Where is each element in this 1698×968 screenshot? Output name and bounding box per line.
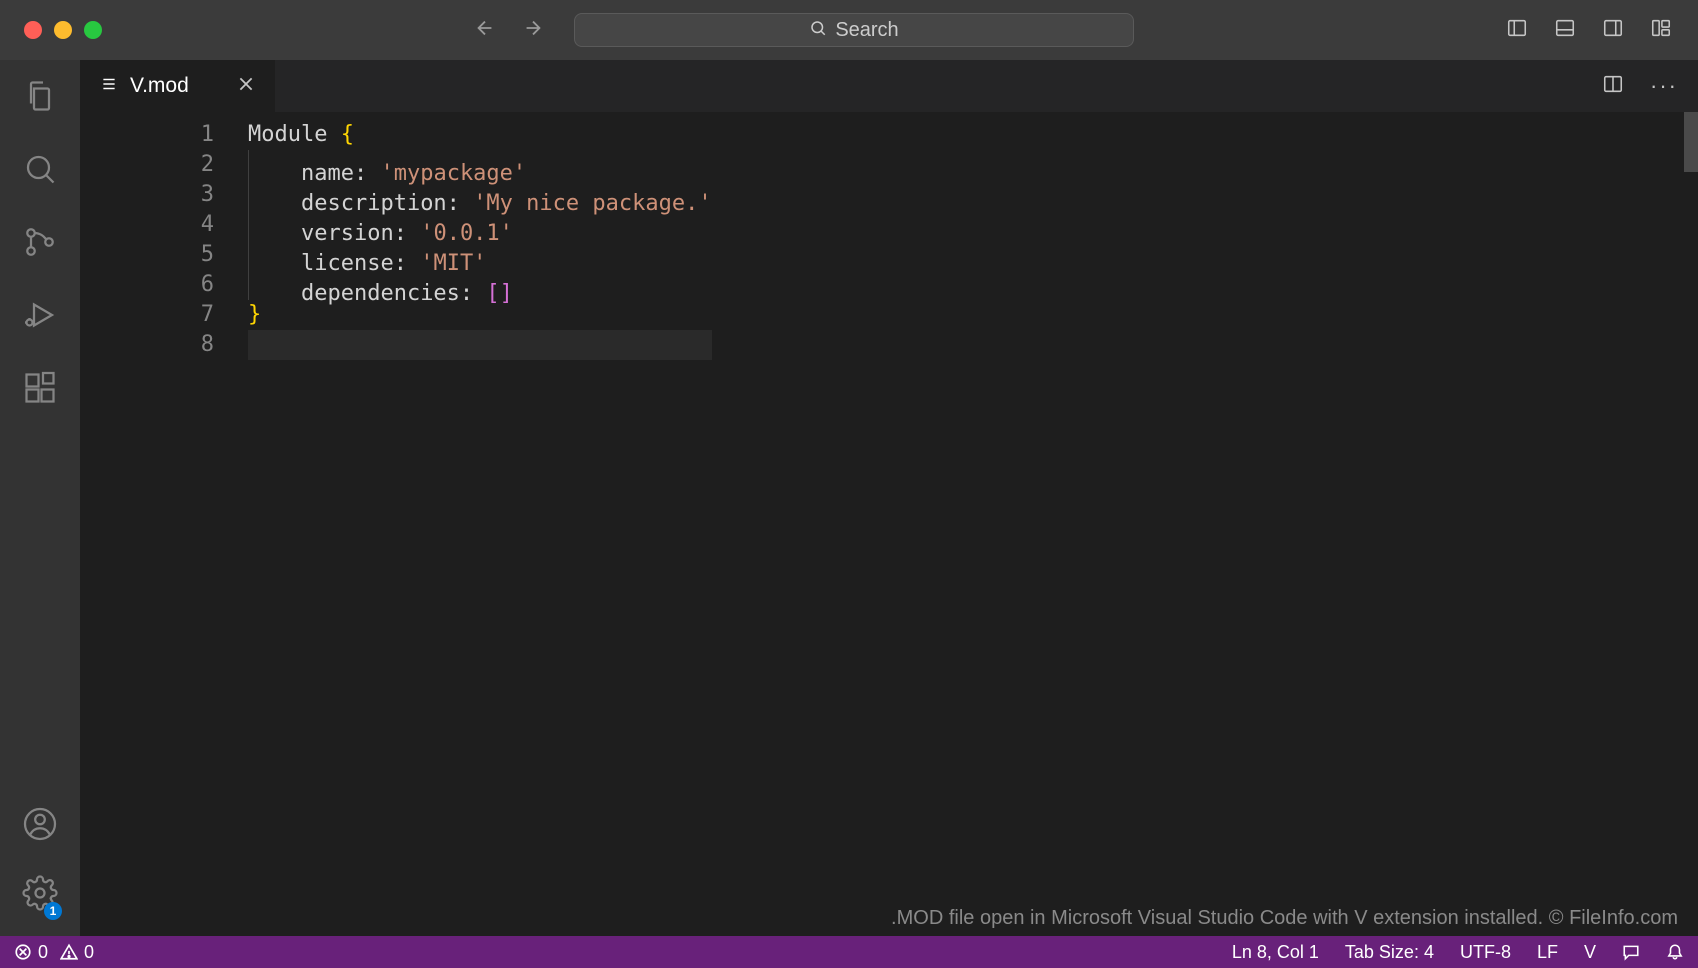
status-tab-size[interactable]: Tab Size: 4 xyxy=(1345,942,1434,963)
code-line[interactable]: } xyxy=(248,300,712,330)
code-line[interactable]: license: 'MIT' xyxy=(248,240,712,270)
code-line[interactable] xyxy=(248,330,712,360)
run-debug-icon[interactable] xyxy=(22,297,58,338)
maximize-window-button[interactable] xyxy=(84,21,102,39)
command-center-search[interactable]: Search xyxy=(574,13,1134,47)
customize-layout-icon[interactable] xyxy=(1650,17,1672,44)
accounts-icon[interactable] xyxy=(22,806,58,847)
file-icon xyxy=(100,75,118,98)
line-number: 1 xyxy=(80,120,248,150)
notifications-bell-icon[interactable] xyxy=(1666,943,1684,961)
toggle-secondary-sidebar-icon[interactable] xyxy=(1602,17,1624,44)
code-editor[interactable]: 1 2 3 4 5 6 7 8 Module { name: 'mypackag… xyxy=(80,112,1698,936)
line-number: 4 xyxy=(80,210,248,240)
toggle-panel-icon[interactable] xyxy=(1554,17,1576,44)
code-line[interactable]: Module { xyxy=(248,120,712,150)
close-tab-button[interactable] xyxy=(237,75,255,98)
tab-vmod[interactable]: V.mod xyxy=(80,60,276,112)
search-activity-icon[interactable] xyxy=(22,151,58,192)
code-line[interactable]: name: 'mypackage' xyxy=(248,150,712,180)
caption: .MOD file open in Microsoft Visual Studi… xyxy=(80,901,1698,936)
line-number-gutter: 1 2 3 4 5 6 7 8 xyxy=(80,112,248,936)
forward-button[interactable] xyxy=(522,17,544,44)
line-number: 2 xyxy=(80,150,248,180)
search-icon xyxy=(809,19,827,42)
status-encoding[interactable]: UTF-8 xyxy=(1460,942,1511,963)
status-errors[interactable]: 0 xyxy=(14,942,48,963)
nav-arrows xyxy=(474,17,544,44)
status-language[interactable]: V xyxy=(1584,942,1596,963)
tab-bar: V.mod ··· xyxy=(80,60,1698,112)
close-window-button[interactable] xyxy=(24,21,42,39)
workbench: 1 V.mod ··· 1 xyxy=(0,60,1698,936)
search-placeholder: Search xyxy=(835,19,898,42)
status-bar: 0 0 Ln 8, Col 1 Tab Size: 4 UTF-8 LF V xyxy=(0,936,1698,968)
editor-area: V.mod ··· 1 2 3 4 5 6 7 8 xyxy=(80,60,1698,936)
line-number: 6 xyxy=(80,270,248,300)
minimize-window-button[interactable] xyxy=(54,21,72,39)
line-number: 7 xyxy=(80,300,248,330)
settings-badge: 1 xyxy=(44,902,62,920)
scrollbar-thumb[interactable] xyxy=(1684,112,1698,172)
code-line[interactable]: dependencies: [] xyxy=(248,270,712,300)
toggle-primary-sidebar-icon[interactable] xyxy=(1506,17,1528,44)
title-right-icons xyxy=(1506,17,1672,44)
status-cursor-position[interactable]: Ln 8, Col 1 xyxy=(1232,942,1319,963)
token-brace: { xyxy=(341,122,354,147)
settings-gear-icon[interactable]: 1 xyxy=(22,875,58,916)
line-number: 5 xyxy=(80,240,248,270)
source-control-icon[interactable] xyxy=(22,224,58,265)
more-actions-button[interactable]: ··· xyxy=(1650,73,1678,99)
code-line[interactable]: version: '0.0.1' xyxy=(248,210,712,240)
extensions-icon[interactable] xyxy=(22,370,58,411)
code-content[interactable]: Module { name: 'mypackage' description: … xyxy=(248,112,712,936)
back-button[interactable] xyxy=(474,17,496,44)
tab-filename: V.mod xyxy=(130,74,189,98)
line-number: 8 xyxy=(80,330,248,360)
token-brace: } xyxy=(248,302,261,327)
status-eol[interactable]: LF xyxy=(1537,942,1558,963)
error-count: 0 xyxy=(38,942,48,963)
feedback-icon[interactable] xyxy=(1622,943,1640,961)
scrollbar[interactable] xyxy=(1684,112,1698,936)
token-keyword: Module xyxy=(248,122,327,147)
code-line[interactable]: description: 'My nice package.' xyxy=(248,180,712,210)
window-controls xyxy=(24,21,102,39)
split-editor-icon[interactable] xyxy=(1602,73,1624,100)
explorer-icon[interactable] xyxy=(22,78,58,119)
warning-count: 0 xyxy=(84,942,94,963)
line-number: 3 xyxy=(80,180,248,210)
status-warnings[interactable]: 0 xyxy=(60,942,94,963)
titlebar: Search xyxy=(0,0,1698,60)
tab-actions: ··· xyxy=(1602,60,1698,112)
activity-bar: 1 xyxy=(0,60,80,936)
